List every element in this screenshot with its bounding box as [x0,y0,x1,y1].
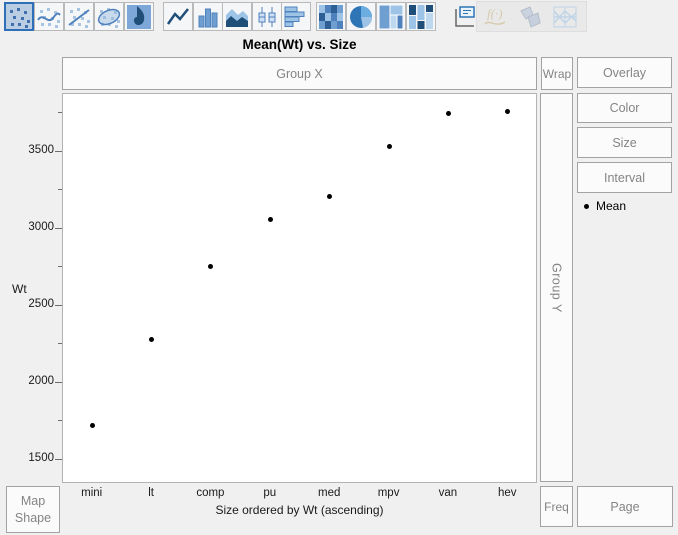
data-point-pu[interactable] [268,217,273,222]
toolbar-smoother-icon[interactable] [34,2,64,31]
x-axis-tick-label: pu [240,487,300,499]
dropzone-overlay[interactable]: Overlay [577,57,672,88]
y-axis-major-tick [55,228,62,229]
y-axis-major-tick [55,305,62,306]
toolbar-area-icon[interactable] [222,2,252,31]
legend: Mean [584,199,626,213]
dropzone-size[interactable]: Size [577,127,672,158]
data-point-hev[interactable] [505,109,510,114]
y-axis-tick-label: 2000 [14,375,54,387]
data-point-mini[interactable] [90,423,95,428]
dropzone-overlay-label: Overlay [603,66,646,80]
mean-marker-icon [584,204,589,209]
toolbar-bar-icon[interactable] [193,2,223,31]
y-axis-minor-tick [58,112,62,113]
toolbar-mosaic-icon[interactable] [406,2,436,31]
dropzone-page-label: Page [610,500,639,514]
dropzone-color-label: Color [610,101,640,115]
toolbar-formula-icon: f(·) [480,2,510,31]
y-axis-minor-tick [58,266,62,267]
dropzone-size-label: Size [612,136,636,150]
toolbar-contour-icon[interactable] [124,2,154,31]
y-axis-minor-tick [58,343,62,344]
y-axis-major-tick [55,151,62,152]
x-axis-title: Size ordered by Wt (ascending) [62,503,537,517]
data-point-van[interactable] [446,111,451,116]
data-point-comp[interactable] [208,264,213,269]
svg-text:f(·): f(·) [487,6,503,21]
dropzone-color[interactable]: Color [577,93,672,123]
x-axis-tick-label: comp [180,487,240,499]
y-axis-minor-tick [58,189,62,190]
dropzone-map-shape[interactable]: Map Shape [6,486,60,533]
x-axis-tick-label: van [418,487,478,499]
toolbar-parallel-icon [550,2,580,31]
dropzone-interval[interactable]: Interval [577,162,672,193]
y-axis-tick-label: 3000 [14,221,54,233]
toolbar-caption-box-icon[interactable] [450,2,480,31]
plot-area[interactable] [62,93,537,483]
toolbar-ellipse-icon[interactable] [94,2,124,31]
dropzone-page[interactable]: Page [577,486,673,527]
x-axis-tick-label: mini [62,487,122,499]
y-axis-major-tick [55,382,62,383]
y-axis-tick-label: 1500 [14,452,54,464]
dropzone-map-shape-line1: Map [21,493,45,509]
legend-item-label: Mean [596,199,626,213]
graph-builder-window: f(·) Mean(Wt) vs. Size Group X Wrap Over… [0,0,678,535]
y-axis-tick-label: 2500 [14,298,54,310]
y-axis-minor-tick [58,420,62,421]
dropzone-freq-label: Freq [544,500,569,514]
x-axis-tick-label: lt [121,487,181,499]
toolbar-line-icon[interactable] [163,2,193,31]
toolbar-pie-icon[interactable] [346,2,376,31]
dropzone-group-x[interactable]: Group X [62,57,537,90]
dropzone-group-y[interactable]: Group Y [540,93,573,482]
dropzone-interval-label: Interval [604,171,645,185]
x-axis-tick-label: mpv [359,487,419,499]
y-axis-tick-label: 3500 [14,144,54,156]
data-point-med[interactable] [327,194,332,199]
toolbar-box-plot-icon[interactable] [252,2,282,31]
toolbar-map-shape-icon [515,2,545,31]
toolbar-treemap-icon[interactable] [376,2,406,31]
x-axis-tick-label: med [299,487,359,499]
dropzone-wrap[interactable]: Wrap [541,57,573,90]
dropzone-group-x-label: Group X [276,67,323,81]
y-axis-major-tick [55,459,62,460]
dropzone-wrap-label: Wrap [543,67,571,81]
dropzone-freq[interactable]: Freq [540,486,573,527]
toolbar-line-of-fit-icon[interactable] [64,2,94,31]
data-point-mpv[interactable] [387,144,392,149]
toolbar-scatter-icon[interactable] [4,2,34,31]
dropzone-group-y-label: Group Y [550,263,564,313]
x-axis-tick-label: hev [477,487,537,499]
chart-type-toolbar: f(·) [0,0,678,34]
y-axis-title: Wt [12,282,27,296]
page-title: Mean(Wt) vs. Size [62,37,537,54]
data-point-lt[interactable] [149,337,154,342]
toolbar-heatmap-icon[interactable] [316,2,346,31]
dropzone-map-shape-line2: Shape [15,510,51,526]
toolbar-histogram-icon[interactable] [281,2,311,31]
